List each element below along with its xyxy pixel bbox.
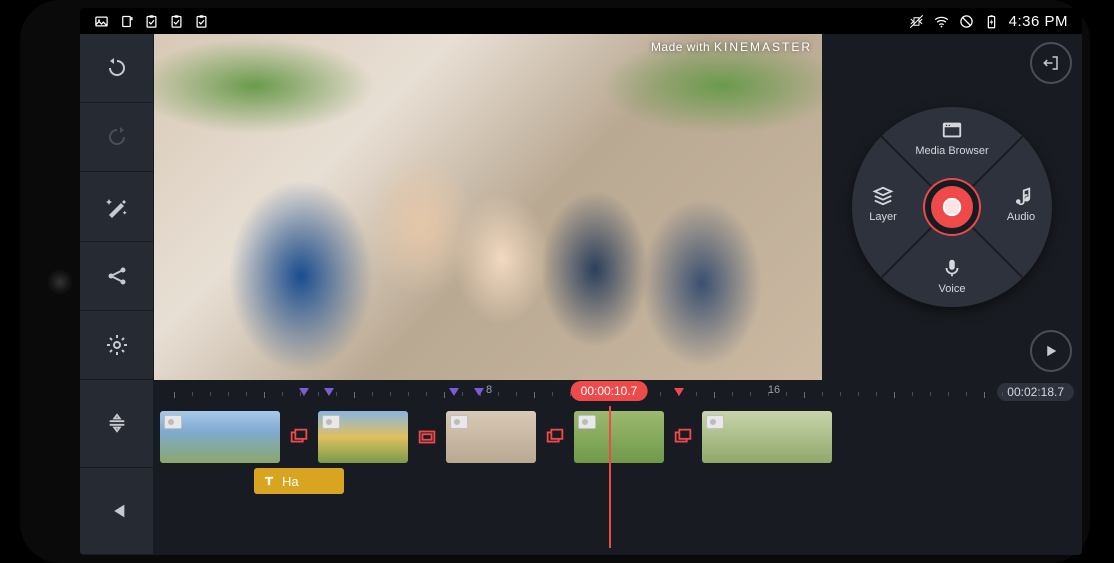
play-button[interactable]	[1030, 330, 1072, 372]
bookmark-marker-icon[interactable]	[674, 388, 684, 396]
voice-label: Voice	[939, 283, 966, 295]
expand-tracks-button[interactable]	[80, 380, 153, 468]
text-layer-label: Ha	[282, 474, 299, 489]
layer-button[interactable]: Layer	[858, 185, 908, 223]
screen: 4:36 PM Made with	[80, 8, 1082, 555]
layer-track[interactable]: Ha	[154, 468, 1082, 502]
media-browser-button[interactable]: Media Browser	[912, 119, 992, 157]
clipboard-check-icon	[169, 14, 184, 29]
capture-button[interactable]	[925, 180, 979, 234]
editor: Made with KINEMASTER	[80, 34, 1082, 555]
vibrate-icon	[909, 14, 924, 29]
bookmark-marker-icon[interactable]	[449, 388, 459, 396]
text-icon	[262, 474, 276, 488]
preview-pane[interactable]: Made with KINEMASTER	[154, 34, 822, 380]
clip-thumbnail-icon	[164, 415, 182, 429]
image-icon	[94, 14, 109, 29]
lower-pane: 00:00:10.7 00:02:18.7 8 16 Ha	[80, 380, 1082, 555]
transition-button[interactable]	[540, 422, 570, 452]
status-left	[94, 14, 209, 29]
battery-charging-icon	[984, 14, 999, 29]
watermark: Made with KINEMASTER	[651, 40, 812, 54]
transition-button[interactable]	[412, 422, 442, 452]
ruler-number: 16	[768, 384, 780, 396]
layer-label: Layer	[869, 211, 897, 223]
no-sim-icon	[959, 14, 974, 29]
device-frame: 4:36 PM Made with	[20, 0, 1090, 563]
bookmark-marker-icon[interactable]	[474, 388, 484, 396]
action-wheel: Media Browser Layer Audio Voice	[852, 107, 1052, 307]
clip-thumbnail-icon	[450, 415, 468, 429]
text-layer-clip[interactable]: Ha	[254, 468, 344, 494]
watermark-prefix: Made with	[651, 40, 710, 54]
video-clip[interactable]	[318, 411, 408, 463]
upper-pane: Made with KINEMASTER	[80, 34, 1082, 380]
timeline-toolbar	[80, 380, 154, 555]
preview-frame: Made with KINEMASTER	[154, 34, 822, 380]
watermark-brand: KINEMASTER	[714, 40, 812, 54]
clipboard-check-icon	[144, 14, 159, 29]
settings-button[interactable]	[80, 311, 153, 380]
left-toolbar	[80, 34, 154, 380]
clip-thumbnail-icon	[578, 415, 596, 429]
bookmark-marker-icon[interactable]	[324, 388, 334, 396]
video-clip[interactable]	[446, 411, 536, 463]
device-speaker	[48, 270, 72, 294]
rotate-icon	[119, 14, 134, 29]
effects-button[interactable]	[80, 172, 153, 241]
audio-label: Audio	[1007, 211, 1035, 223]
clip-thumbnail-icon	[706, 415, 724, 429]
exit-project-button[interactable]	[1030, 42, 1072, 84]
timeline[interactable]: 00:00:10.7 00:02:18.7 8 16 Ha	[154, 380, 1082, 555]
redo-button[interactable]	[80, 103, 153, 172]
video-track[interactable]	[154, 406, 1082, 468]
transition-button[interactable]	[284, 422, 314, 452]
status-bar: 4:36 PM	[80, 8, 1082, 34]
playhead-line[interactable]	[609, 406, 611, 548]
video-clip[interactable]	[702, 411, 832, 463]
timeline-ruler[interactable]: 00:00:10.7 00:02:18.7 8 16	[154, 384, 1082, 406]
bookmark-marker-icon[interactable]	[299, 388, 309, 396]
ruler-number: 8	[486, 384, 492, 396]
audio-button[interactable]: Audio	[996, 185, 1046, 223]
status-clock: 4:36 PM	[1009, 13, 1068, 30]
total-duration-badge: 00:02:18.7	[997, 383, 1074, 401]
clipboard-check-icon	[194, 14, 209, 29]
playhead-time-badge: 00:00:10.7	[571, 381, 648, 401]
transition-button[interactable]	[668, 422, 698, 452]
share-button[interactable]	[80, 242, 153, 311]
undo-button[interactable]	[80, 34, 153, 103]
right-panel: Media Browser Layer Audio Voice	[822, 34, 1082, 380]
video-clip[interactable]	[160, 411, 280, 463]
status-right: 4:36 PM	[909, 13, 1068, 30]
media-browser-label: Media Browser	[915, 145, 988, 157]
jump-to-start-button[interactable]	[80, 468, 153, 556]
clip-thumbnail-icon	[322, 415, 340, 429]
wifi-icon	[934, 14, 949, 29]
voice-button[interactable]: Voice	[912, 257, 992, 295]
video-clip[interactable]	[574, 411, 664, 463]
